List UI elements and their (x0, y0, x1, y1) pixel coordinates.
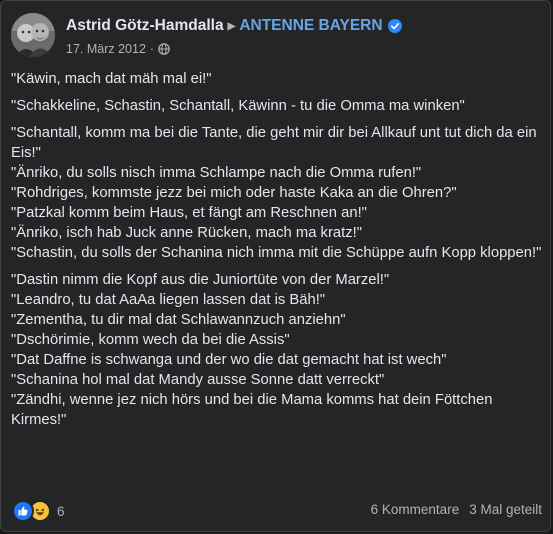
post-line: "Zändhi, wenne jez nich hörs und bei die… (11, 392, 493, 428)
target-page-name[interactable]: ANTENNE BAYERN (239, 17, 382, 35)
like-icon (12, 500, 34, 522)
post-line: "Änriko, du solls nisch imma Schlampe na… (11, 165, 422, 181)
post-line: "Schantall, komm ma bei die Tante, die g… (11, 125, 537, 161)
post-line: "Schakkeline, Schastin, Schantall, Käwin… (11, 98, 465, 114)
post-line: "Änriko, isch hab Juck anne Rücken, mach… (11, 225, 362, 241)
meta-separator: · (149, 42, 155, 56)
reaction-count: 6 (57, 503, 65, 519)
verified-badge-icon (387, 19, 402, 33)
globe-icon[interactable] (158, 43, 170, 55)
post-card: Astrid Götz-Hamdalla ▶ ANTENNE BAYERN 17… (0, 0, 551, 532)
comments-count-link[interactable]: 6 Kommentare (371, 502, 460, 517)
post-text: "Käwin, mach dat mäh mal ei!" "Schakkeli… (11, 69, 543, 430)
post-line: "Leandro, tu dat AaAa liegen lassen dat … (11, 292, 326, 308)
post-line: "Dastin nimm die Kopf aus die Juniortüte… (11, 272, 390, 288)
post-meta: 17. März 2012 · (66, 42, 170, 56)
post-footer: 6 6 Kommentare 3 Mal geteilt (12, 499, 542, 523)
post-line: "Schanina hol mal dat Mandy ausse Sonne … (11, 372, 385, 388)
post-line: "Patzkal komm beim Haus, et fängt am Res… (11, 205, 367, 221)
triangle-right-icon: ▶ (227, 20, 236, 32)
post-line: "Käwin, mach dat mäh mal ei!" (11, 71, 212, 87)
post-line: "Rohdriges, kommste jezz bei mich oder h… (11, 185, 457, 201)
post-title-line: Astrid Götz-Hamdalla ▶ ANTENNE BAYERN (66, 17, 402, 35)
post-date[interactable]: 17. März 2012 (66, 42, 146, 56)
post-line: "Dat Daffne is schwanga und der wo die d… (11, 352, 447, 368)
reactions-summary[interactable]: 6 (12, 500, 65, 522)
post-line: "Schastin, du solls der Schanina nich im… (11, 245, 542, 261)
author-name[interactable]: Astrid Götz-Hamdalla (66, 17, 224, 35)
shares-count-link[interactable]: 3 Mal geteilt (469, 502, 542, 517)
engagement-stats: 6 Kommentare 3 Mal geteilt (371, 502, 542, 517)
post-line: "Dschörimie, komm wech da bei die Assis" (11, 332, 290, 348)
post-line: "Zementha, tu dir mal dat Schlawannzuch … (11, 312, 346, 328)
avatar[interactable] (11, 13, 55, 57)
